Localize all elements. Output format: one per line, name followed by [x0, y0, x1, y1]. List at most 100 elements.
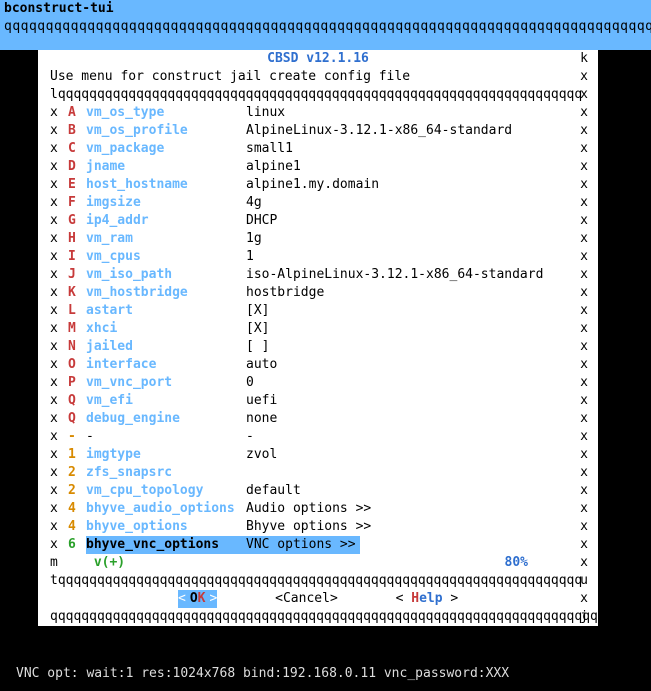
menu-item-astart[interactable]: xLastart[X]x	[50, 302, 598, 320]
menu-item-xhci[interactable]: xMxhci[X]x	[50, 320, 598, 338]
menu-value: 1g	[246, 230, 556, 248]
border-x: x	[50, 158, 68, 176]
menu-value: uefi	[246, 392, 556, 410]
menu-item-vm_os_type[interactable]: xAvm_os_typelinuxx	[50, 104, 598, 122]
menu-value: default	[246, 482, 556, 500]
corner-m: m	[50, 554, 68, 572]
menu-value: small1	[246, 140, 556, 158]
border-x: x	[580, 338, 588, 356]
border-x: x	[580, 212, 588, 230]
border-x: x	[50, 248, 68, 266]
menu-value: alpine1	[246, 158, 556, 176]
menu-value: 0	[246, 374, 556, 392]
menu-key: A	[68, 104, 86, 122]
menu-item-vm_ram[interactable]: xHvm_ram1gx	[50, 230, 598, 248]
menu-item-imgtype[interactable]: x1imgtypezvolx	[50, 446, 598, 464]
menu-name: vm_hostbridge	[86, 284, 246, 302]
menu-item-vm_cpus[interactable]: xIvm_cpus1x	[50, 248, 598, 266]
border-x: x	[580, 248, 588, 266]
menu-item-jailed[interactable]: xNjailed[ ]x	[50, 338, 598, 356]
menu-value: 4g	[246, 194, 556, 212]
border-x: x	[580, 104, 588, 122]
cancel-button[interactable]: <Cancel>	[275, 590, 338, 608]
menu-name: bhyve_options	[86, 518, 246, 536]
menu-key: G	[68, 212, 86, 230]
menu-name: imgtype	[86, 446, 246, 464]
menu-value: [X]	[246, 302, 556, 320]
border-x: x	[50, 122, 68, 140]
menu-item-vm_package[interactable]: xCvm_packagesmall1x	[50, 140, 598, 158]
menu-item-vm_os_profile[interactable]: xBvm_os_profileAlpineLinux-3.12.1-x86_64…	[50, 122, 598, 140]
menu-list[interactable]: xAvm_os_typelinuxxxBvm_os_profileAlpineL…	[38, 104, 598, 554]
border-x: x	[50, 410, 68, 428]
menu-key: L	[68, 302, 86, 320]
menu-name: vm_cpus	[86, 248, 246, 266]
menu-item-vm_hostbridge[interactable]: xKvm_hostbridgehostbridgex	[50, 284, 598, 302]
menu-item-vm_vnc_port[interactable]: xPvm_vnc_port0x	[50, 374, 598, 392]
menu-item-vm_efi[interactable]: xQvm_efiuefix	[50, 392, 598, 410]
help-button[interactable]: < Help >	[396, 590, 459, 608]
menu-name: bhyve_audio_options	[86, 500, 246, 518]
border-x: x	[580, 176, 588, 194]
menu-item-bhyve_options[interactable]: x4bhyve_optionsBhyve options >>x	[50, 518, 598, 536]
border-x: x	[580, 590, 588, 608]
menu-item-interface[interactable]: xOinterfaceautox	[50, 356, 598, 374]
menu-value: zvol	[246, 446, 556, 464]
border-x: x	[580, 464, 588, 482]
panel-border-bottom: qqqqqqqqqqqqqqqqqqqqqqqqqqqqqqqqqqqqqqqq…	[38, 608, 598, 626]
menu-value: VNC options >>	[246, 536, 360, 554]
border-x: x	[50, 266, 68, 284]
menu-item-vm_cpu_topology[interactable]: x2vm_cpu_topologydefaultx	[50, 482, 598, 500]
menu-item--[interactable]: x---x	[50, 428, 598, 446]
menu-value: -	[246, 428, 556, 446]
menu-name: imgsize	[86, 194, 246, 212]
menu-value: DHCP	[246, 212, 556, 230]
border-x: x	[50, 428, 68, 446]
menu-value: Bhyve options >>	[246, 518, 556, 536]
menu-key: O	[68, 356, 86, 374]
menu-key: E	[68, 176, 86, 194]
border-x: x	[50, 230, 68, 248]
menu-name: astart	[86, 302, 246, 320]
menu-name: vm_vnc_port	[86, 374, 246, 392]
menu-key: N	[68, 338, 86, 356]
menu-key: M	[68, 320, 86, 338]
border-x: x	[580, 194, 588, 212]
border-x: x	[580, 230, 588, 248]
menu-value: hostbridge	[246, 284, 556, 302]
border-x: x	[50, 194, 68, 212]
panel-border-top: lqqqqqqqqqqqqqqqqqqqqqqqqqqqqqqqqqqqqqqq…	[38, 86, 598, 104]
corner-u: u	[580, 572, 588, 590]
menu-value: Audio options >>	[246, 500, 556, 518]
border-x: x	[50, 356, 68, 374]
border-x: x	[580, 554, 588, 572]
corner-j: j	[580, 608, 588, 626]
panel-subtitle: Use menu for construct jail create confi…	[38, 68, 598, 86]
menu-item-bhyve_vnc_options[interactable]: x6bhyve_vnc_optionsVNC options >>x	[50, 536, 598, 554]
menu-key: D	[68, 158, 86, 176]
menu-item-zfs_snapsrc[interactable]: x2zfs_snapsrcx	[50, 464, 598, 482]
menu-value: none	[246, 410, 556, 428]
border-x: x	[50, 536, 68, 554]
menu-name: jailed	[86, 338, 246, 356]
menu-key: F	[68, 194, 86, 212]
border-x: x	[50, 104, 68, 122]
menu-item-imgsize[interactable]: xFimgsize4gx	[50, 194, 598, 212]
border-x: x	[580, 356, 588, 374]
menu-name: host_hostname	[86, 176, 246, 194]
menu-name: bhyve_vnc_options	[86, 536, 246, 554]
border-x: x	[580, 320, 588, 338]
menu-item-ip4_addr[interactable]: xGip4_addrDHCPx	[50, 212, 598, 230]
menu-item-host_hostname[interactable]: xEhost_hostnamealpine1.my.domainx	[50, 176, 598, 194]
scroll-percent: 80%	[505, 554, 528, 572]
menu-item-debug_engine[interactable]: xQdebug_enginenonex	[50, 410, 598, 428]
border-x: x	[580, 86, 588, 104]
menu-item-vm_iso_path[interactable]: xJvm_iso_pathiso-AlpineLinux-3.12.1-x86_…	[50, 266, 598, 284]
menu-item-bhyve_audio_options[interactable]: x4bhyve_audio_optionsAudio options >>x	[50, 500, 598, 518]
ok-button[interactable]: <OK>	[178, 590, 217, 608]
menu-key: K	[68, 284, 86, 302]
border-x: x	[50, 176, 68, 194]
menu-key: 2	[68, 464, 86, 482]
menu-key: Q	[68, 410, 86, 428]
menu-item-jname[interactable]: xDjnamealpine1x	[50, 158, 598, 176]
